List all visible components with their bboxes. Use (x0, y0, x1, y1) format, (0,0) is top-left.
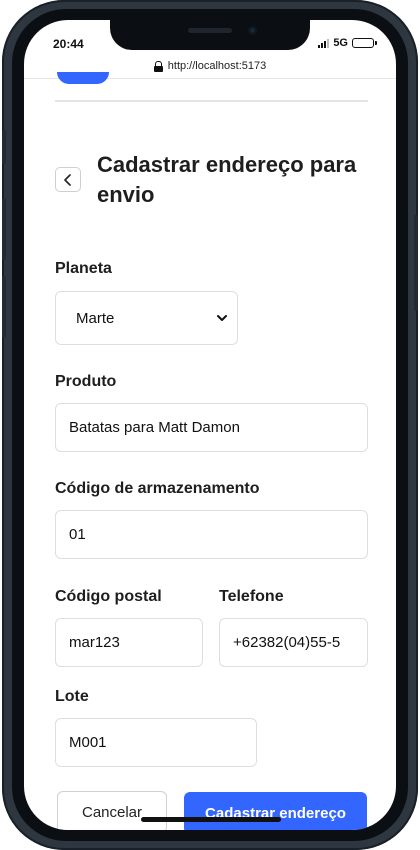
chevron-down-icon (217, 315, 227, 321)
chevron-left-icon (64, 173, 71, 186)
lock-icon (153, 61, 163, 72)
lot-label: Lote (55, 688, 89, 705)
status-time: 20:44 (53, 37, 84, 51)
power-button (414, 215, 418, 311)
lot-input[interactable]: M001 (55, 718, 257, 767)
battery-icon (352, 38, 377, 48)
signal-icon (318, 38, 330, 48)
product-label: Produto (55, 373, 117, 390)
screen: 20:44 5G http://localhost:5173 Cadastrar… (24, 20, 396, 830)
volume-down-button (2, 276, 6, 338)
planet-select[interactable]: Marte (55, 291, 238, 345)
cancel-button[interactable]: Cancelar (57, 791, 167, 830)
storage-code-label: Código de armazenamento (55, 480, 260, 497)
back-button[interactable] (55, 167, 81, 192)
volume-up-button (2, 198, 6, 260)
speaker (188, 28, 232, 33)
product-input[interactable]: Batatas para Matt Damon (55, 403, 368, 452)
front-camera (248, 26, 257, 35)
header-logo[interactable] (57, 72, 109, 84)
network-type: 5G (333, 37, 348, 49)
home-indicator[interactable] (141, 817, 281, 822)
phone-input[interactable]: +62382(04)55-5 (219, 618, 368, 667)
planet-label: Planeta (55, 260, 112, 277)
status-indicators: 5G (318, 37, 377, 49)
postal-code-input[interactable]: mar123 (55, 618, 203, 667)
postal-code-label: Código postal (55, 588, 162, 605)
planet-select-value: Marte (76, 309, 115, 327)
storage-code-input[interactable]: 01 (55, 510, 368, 559)
submit-address-button[interactable]: Cadastrar endereço (184, 792, 367, 830)
mute-switch (2, 130, 6, 164)
url-text: http://localhost:5173 (167, 60, 267, 72)
page-title: Cadastrar endereço para envio (97, 152, 357, 207)
notch (110, 20, 310, 50)
header-divider (55, 100, 368, 102)
phone-label: Telefone (219, 588, 284, 605)
